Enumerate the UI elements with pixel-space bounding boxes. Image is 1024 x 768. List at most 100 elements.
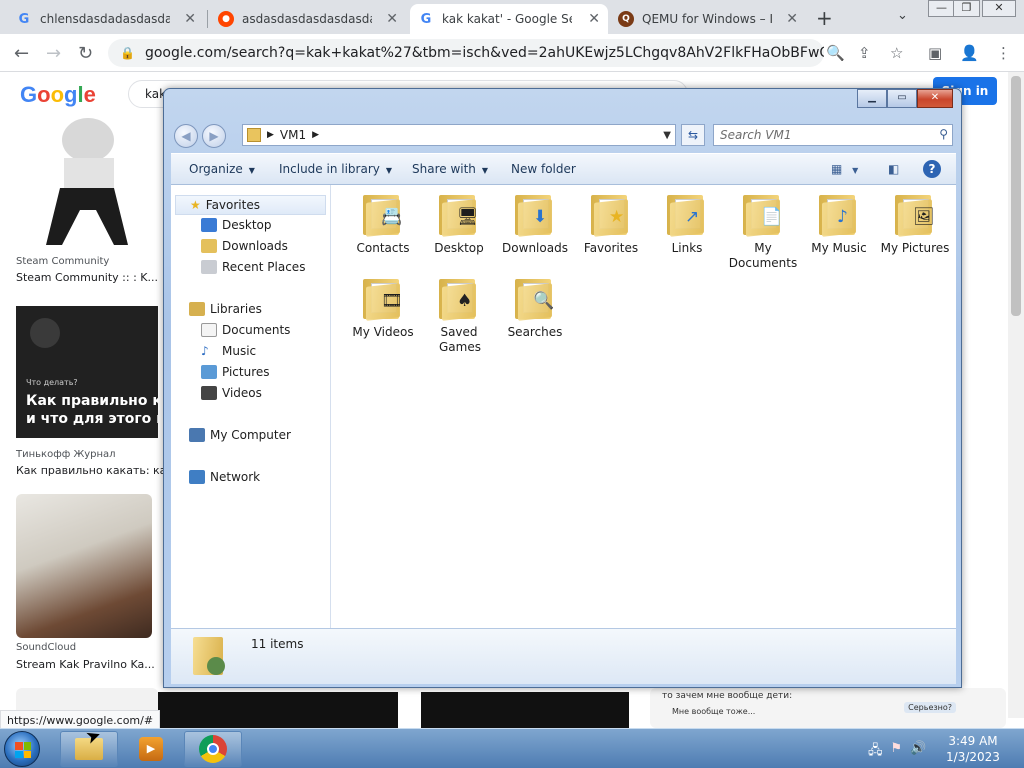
close-window-button[interactable]: ✕	[982, 0, 1016, 17]
explorer-search-input[interactable]: Search VM1 ⚲	[713, 124, 953, 146]
start-button[interactable]	[4, 731, 40, 767]
action-center-icon[interactable]: ⚑	[891, 741, 903, 763]
nav-desktop[interactable]: Desktop	[201, 218, 272, 232]
browser-tab-2[interactable]: ● asdasdasdasdasdasdasd ✕	[210, 4, 406, 34]
folder-downloads[interactable]: ⬇ Downloads	[497, 191, 573, 256]
clock-time: 3:49 AM	[948, 734, 998, 748]
nav-documents[interactable]: Documents	[201, 323, 290, 337]
folder-favorites[interactable]: ★ Favorites	[573, 191, 649, 256]
result-title[interactable]: Как правильно какать: как	[16, 464, 173, 477]
new-tab-button[interactable]: +	[816, 6, 833, 30]
explorer-address-bar[interactable]: ▶ VM1 ▶ ▼	[242, 124, 676, 146]
folder-desktop[interactable]: 🖥 Desktop	[421, 191, 497, 256]
folder-my-music[interactable]: ♪ My Music	[801, 191, 877, 256]
folder-my-pictures[interactable]: 🖼 My Pictures	[877, 191, 953, 256]
result-image-dark[interactable]	[158, 692, 398, 728]
zoom-icon[interactable]: 🔍	[826, 44, 845, 62]
page-scrollbar[interactable]	[1008, 72, 1024, 718]
address-bar[interactable]: 🔒 google.com/search?q=kak+kakat%27&tbm=i…	[108, 39, 824, 67]
side-panel-icon[interactable]: ▣	[928, 44, 942, 62]
folder-searches[interactable]: 🔍 Searches	[497, 275, 573, 340]
help-icon[interactable]: ?	[923, 160, 941, 178]
result-image-chat[interactable]: то зачем мне вообще дети: Мне вообще тож…	[650, 688, 1006, 728]
network-tray-icon[interactable]: 🖧	[868, 741, 883, 763]
folder-links[interactable]: ↗ Links	[649, 191, 725, 256]
google-logo[interactable]: Google	[20, 82, 96, 108]
cat-figure-image	[46, 118, 128, 245]
close-tab-icon[interactable]: ✕	[588, 11, 600, 27]
organize-button[interactable]: Organize ▼	[189, 162, 255, 176]
nav-downloads[interactable]: Downloads	[201, 239, 288, 253]
nav-favorites[interactable]: ★ Favorites	[175, 195, 326, 215]
nav-network[interactable]: Network	[189, 470, 260, 484]
nav-pictures[interactable]: Pictures	[201, 365, 270, 379]
bookmark-star-icon[interactable]: ☆	[890, 44, 903, 62]
breadcrumb[interactable]: VM1	[280, 128, 306, 142]
close-button[interactable]: ✕	[917, 89, 953, 108]
clock[interactable]: 3:49 AM 1/3/2023	[934, 733, 1012, 765]
maximize-button[interactable]: ▭	[887, 89, 917, 108]
result-source: Тинькофф Журнал	[16, 449, 116, 460]
volume-icon[interactable]: 🔊	[910, 741, 926, 763]
search-icon[interactable]: ⚲	[939, 127, 948, 141]
browser-tab-4[interactable]: Q QEMU for Windows – Inst ✕	[610, 4, 806, 34]
taskbar-chrome-button[interactable]	[184, 731, 242, 767]
explorer-window: ▁ ▭ ✕ ◀ ▶ ▶ VM1 ▶ ▼ ⇆ Search VM1 ⚲ Organ…	[163, 88, 962, 688]
profile-avatar-icon[interactable]: 👤	[960, 44, 979, 62]
taskbar-media-player-button[interactable]: ▶	[122, 731, 180, 767]
dropdown-caret-icon: ▼	[481, 166, 489, 175]
result-image-tinkoff[interactable]: Что делать? Как правильно как и что для …	[16, 306, 158, 438]
share-icon[interactable]: ⇪	[858, 44, 871, 62]
scrollbar-thumb[interactable]	[1011, 76, 1021, 316]
close-tab-icon[interactable]: ✕	[786, 11, 798, 27]
refresh-button[interactable]: ⇆	[681, 124, 705, 146]
chevron-down-icon[interactable]: ▼	[663, 130, 671, 141]
folder-contacts[interactable]: 📇 Contacts	[345, 191, 421, 256]
forward-arrow-icon[interactable]: ▶	[202, 124, 226, 148]
nav-my-computer[interactable]: My Computer	[189, 428, 291, 442]
browser-tab-1[interactable]: G chlensdasdadasdasdasda ✕	[8, 4, 204, 34]
share-with-button[interactable]: Share with ▼	[412, 162, 488, 176]
star-icon: ★	[190, 198, 201, 212]
folder-my-documents[interactable]: 📄 My Documents	[725, 191, 801, 271]
nav-label: Favorites	[205, 198, 260, 212]
back-icon[interactable]: ←	[14, 43, 29, 64]
minimize-button[interactable]: ▁	[857, 89, 887, 108]
folder-icon: ↗	[667, 191, 707, 237]
folder-icon: ♠	[439, 275, 479, 321]
kebab-menu-icon[interactable]: ⋮	[996, 44, 1011, 62]
chat-bubble-icon	[30, 318, 60, 348]
view-options-icon[interactable]: ▦ ▼	[831, 162, 858, 176]
result-image-anime[interactable]	[16, 494, 152, 638]
breadcrumb-arrow-icon[interactable]: ▶	[312, 130, 319, 140]
result-image-cat[interactable]	[16, 110, 158, 250]
nav-videos[interactable]: Videos	[201, 386, 262, 400]
browser-tab-3[interactable]: G kak kakat' - Google Searc ✕	[410, 4, 608, 34]
forward-icon[interactable]: →	[46, 43, 61, 64]
nav-recent-places[interactable]: Recent Places	[201, 260, 305, 274]
result-title[interactable]: Stream Kak Pravilno Ka...	[16, 658, 155, 671]
nav-music[interactable]: ♪ Music	[201, 344, 256, 358]
restore-window-button[interactable]: ❐	[953, 0, 980, 17]
result-image-dark[interactable]	[421, 692, 629, 728]
include-in-library-button[interactable]: Include in library ▼	[279, 162, 392, 176]
lock-icon[interactable]: 🔒	[120, 46, 135, 60]
breadcrumb-arrow-icon[interactable]: ▶	[267, 130, 274, 140]
result-title[interactable]: Steam Community :: : K...	[16, 271, 158, 284]
minimize-window-button[interactable]: —	[928, 0, 955, 17]
tab-title: asdasdasdasdasdasdasd	[242, 12, 372, 26]
nav-libraries[interactable]: Libraries	[189, 302, 262, 316]
reload-icon[interactable]: ↻	[78, 43, 93, 64]
preview-pane-icon[interactable]: ◧	[888, 162, 899, 176]
close-tab-icon[interactable]: ✕	[184, 11, 196, 27]
system-tray: 🖧 ⚑ 🔊	[868, 741, 926, 763]
chevron-down-icon[interactable]: ⌄	[897, 8, 908, 23]
nav-label: Downloads	[222, 239, 288, 253]
close-tab-icon[interactable]: ✕	[386, 11, 398, 27]
card-headline: Как правильно как и что для этого ну	[26, 393, 158, 427]
dropdown-caret-icon: ▼	[852, 166, 859, 175]
new-folder-button[interactable]: New folder	[511, 162, 576, 176]
folder-saved-games[interactable]: ♠ Saved Games	[421, 275, 497, 355]
folder-my-videos[interactable]: 🎞 My Videos	[345, 275, 421, 340]
back-arrow-icon[interactable]: ◀	[174, 124, 198, 148]
